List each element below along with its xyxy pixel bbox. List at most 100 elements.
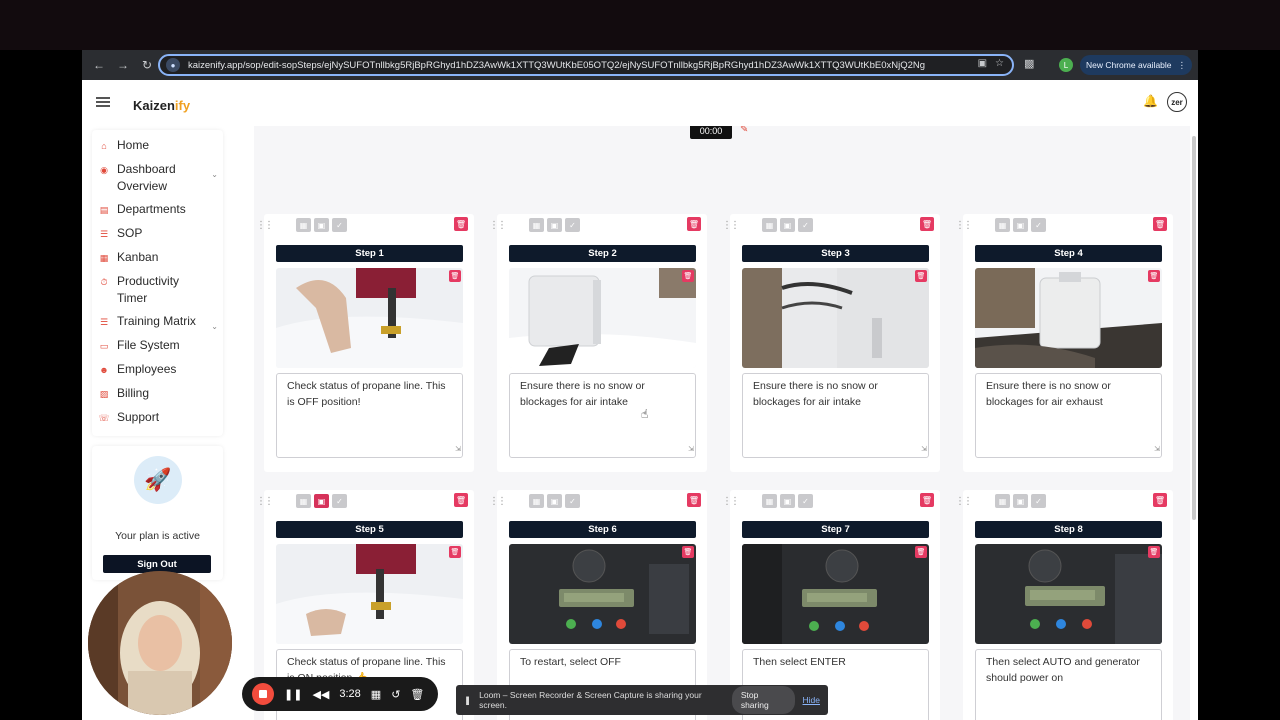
delete-step-icon[interactable]: 🗑 xyxy=(687,493,701,507)
image-layout-icon[interactable]: ▣ xyxy=(314,494,329,508)
sidebar-item-training-matrix[interactable]: ☰ Training Matrix ⌄ xyxy=(92,310,223,334)
checklist-layout-icon[interactable]: ✓ xyxy=(798,218,813,232)
image-layout-icon[interactable]: ▣ xyxy=(780,218,795,232)
resize-grip-icon[interactable]: ⇲ xyxy=(455,442,461,458)
step-description-field[interactable]: Ensure there is no snow or blockages for… xyxy=(509,373,696,458)
grid-layout-icon[interactable]: ▦ xyxy=(995,218,1010,232)
sidebar-item-productivity-timer[interactable]: ⏱ Productivity Timer xyxy=(92,270,223,310)
url-text[interactable]: kaizenify.app/sop/edit-sopSteps/ejNySUFO… xyxy=(188,60,968,71)
app-logo[interactable]: Kaizenify xyxy=(133,98,190,113)
step-photo[interactable]: 🗑 xyxy=(742,268,929,368)
checklist-layout-icon[interactable]: ✓ xyxy=(332,494,347,508)
forward-icon[interactable]: → xyxy=(112,54,134,76)
delete-step-icon[interactable]: 🗑 xyxy=(454,493,468,507)
step-photo[interactable]: 🗑 xyxy=(276,268,463,368)
delete-photo-icon[interactable]: 🗑 xyxy=(1148,270,1160,282)
step-photo[interactable]: 🗑 xyxy=(742,544,929,644)
checklist-layout-icon[interactable]: ✓ xyxy=(1031,218,1046,232)
chrome-update-button[interactable]: New Chrome available ⋮ xyxy=(1080,55,1193,75)
image-layout-icon[interactable]: ▣ xyxy=(780,494,795,508)
grid-layout-icon[interactable]: ▦ xyxy=(296,494,311,508)
grid-layout-icon[interactable]: ▦ xyxy=(762,494,777,508)
step-description-field[interactable]: Then select AUTO and generator should po… xyxy=(975,649,1162,720)
chevron-down-icon[interactable]: ⌄ xyxy=(211,166,218,183)
grid-icon[interactable]: ▦ xyxy=(371,688,381,701)
sidebar-item-sop[interactable]: ☰ SOP xyxy=(92,222,223,246)
pause-icon[interactable]: ❚❚ xyxy=(284,688,302,701)
grid-layout-icon[interactable]: ▦ xyxy=(296,218,311,232)
edit-icon[interactable]: ✎ xyxy=(740,126,748,135)
checklist-layout-icon[interactable]: ✓ xyxy=(565,494,580,508)
checklist-layout-icon[interactable]: ✓ xyxy=(565,218,580,232)
sidebar-item-support[interactable]: ☏ Support xyxy=(92,406,223,430)
sidebar-item-billing[interactable]: ▨ Billing xyxy=(92,382,223,406)
site-info-icon[interactable]: ● xyxy=(166,58,180,72)
resize-grip-icon[interactable]: ⇲ xyxy=(921,442,927,458)
stop-sharing-button[interactable]: Stop sharing xyxy=(731,686,795,714)
stop-recording-button[interactable] xyxy=(252,683,274,705)
image-layout-icon[interactable]: ▣ xyxy=(1013,218,1028,232)
bookmark-star-icon[interactable]: ☆ xyxy=(995,58,1004,69)
sidebar-item-departments[interactable]: ▤ Departments xyxy=(92,198,223,222)
drag-handle-icon[interactable]: ⋮⋮ xyxy=(256,220,274,231)
sidebar-item-kanban[interactable]: ▦ Kanban xyxy=(92,246,223,270)
restart-icon[interactable]: ↺ xyxy=(391,688,400,701)
drag-handle-icon[interactable]: ⋮⋮ xyxy=(722,220,740,231)
grid-layout-icon[interactable]: ▦ xyxy=(529,494,544,508)
delete-step-icon[interactable]: 🗑 xyxy=(454,217,468,231)
notification-bell-icon[interactable]: 🔔 xyxy=(1143,94,1158,108)
profile-avatar[interactable]: L xyxy=(1059,58,1073,72)
cast-icon[interactable]: ▣ xyxy=(978,58,987,69)
extensions-icon[interactable]: ▩ xyxy=(1024,57,1034,70)
delete-photo-icon[interactable]: 🗑 xyxy=(915,270,927,282)
delete-photo-icon[interactable]: 🗑 xyxy=(682,270,694,282)
delete-step-icon[interactable]: 🗑 xyxy=(1153,493,1167,507)
step-photo[interactable]: 🗑 xyxy=(509,268,696,368)
drag-handle-icon[interactable]: ⋮⋮ xyxy=(955,496,973,507)
drag-handle-icon[interactable]: ⋮⋮ xyxy=(955,220,973,231)
step-description-field[interactable]: Ensure there is no snow or blockages for… xyxy=(742,373,929,458)
webcam-bubble[interactable] xyxy=(88,571,232,715)
sidebar-item-employees[interactable]: ☻ Employees xyxy=(92,358,223,382)
image-layout-icon[interactable]: ▣ xyxy=(314,218,329,232)
sidebar-item-dashboard-overview[interactable]: ◉ Dashboard Overview ⌄ xyxy=(92,158,223,198)
chevron-down-icon[interactable]: ⌄ xyxy=(211,318,218,335)
drag-handle-icon[interactable]: ⋮⋮ xyxy=(256,496,274,507)
delete-step-icon[interactable]: 🗑 xyxy=(687,217,701,231)
delete-photo-icon[interactable]: 🗑 xyxy=(682,546,694,558)
image-layout-icon[interactable]: ▣ xyxy=(547,218,562,232)
drag-handle-icon[interactable]: ⋮⋮ xyxy=(489,496,507,507)
address-bar[interactable]: ● kaizenify.app/sop/edit-sopSteps/ejNySU… xyxy=(158,54,1014,76)
back-icon[interactable]: ← xyxy=(88,54,110,76)
image-layout-icon[interactable]: ▣ xyxy=(547,494,562,508)
timer-badge[interactable]: 00:00 xyxy=(690,126,732,139)
hamburger-menu-icon[interactable] xyxy=(96,97,110,107)
delete-step-icon[interactable]: 🗑 xyxy=(920,217,934,231)
delete-photo-icon[interactable]: 🗑 xyxy=(449,546,461,558)
delete-photo-icon[interactable]: 🗑 xyxy=(449,270,461,282)
grid-layout-icon[interactable]: ▦ xyxy=(995,494,1010,508)
drag-handle-icon[interactable]: ❚ xyxy=(464,695,471,706)
delete-photo-icon[interactable]: 🗑 xyxy=(1148,546,1160,558)
grid-layout-icon[interactable]: ▦ xyxy=(762,218,777,232)
drag-handle-icon[interactable]: ⋮⋮ xyxy=(489,220,507,231)
sidebar-item-file-system[interactable]: ▭ File System xyxy=(92,334,223,358)
delete-step-icon[interactable]: 🗑 xyxy=(920,493,934,507)
step-photo[interactable]: 🗑 xyxy=(975,544,1162,644)
step-photo[interactable]: 🗑 xyxy=(276,544,463,644)
image-layout-icon[interactable]: ▣ xyxy=(1013,494,1028,508)
reload-icon[interactable]: ↻ xyxy=(136,54,158,76)
rewind-icon[interactable]: ◀◀ xyxy=(312,688,329,701)
sidebar-item-home[interactable]: ⌂ Home xyxy=(92,134,223,158)
step-description-field[interactable]: Ensure there is no snow or blockages for… xyxy=(975,373,1162,458)
step-description-field[interactable]: Check status of propane line. This is OF… xyxy=(276,373,463,458)
step-photo[interactable]: 🗑 xyxy=(975,268,1162,368)
checklist-layout-icon[interactable]: ✓ xyxy=(332,218,347,232)
user-avatar[interactable]: zer xyxy=(1167,92,1187,112)
scrollbar[interactable] xyxy=(1192,136,1196,520)
delete-photo-icon[interactable]: 🗑 xyxy=(915,546,927,558)
checklist-layout-icon[interactable]: ✓ xyxy=(798,494,813,508)
trash-icon[interactable]: 🗑 xyxy=(410,688,424,701)
resize-grip-icon[interactable]: ⇲ xyxy=(1154,442,1160,458)
checklist-layout-icon[interactable]: ✓ xyxy=(1031,494,1046,508)
